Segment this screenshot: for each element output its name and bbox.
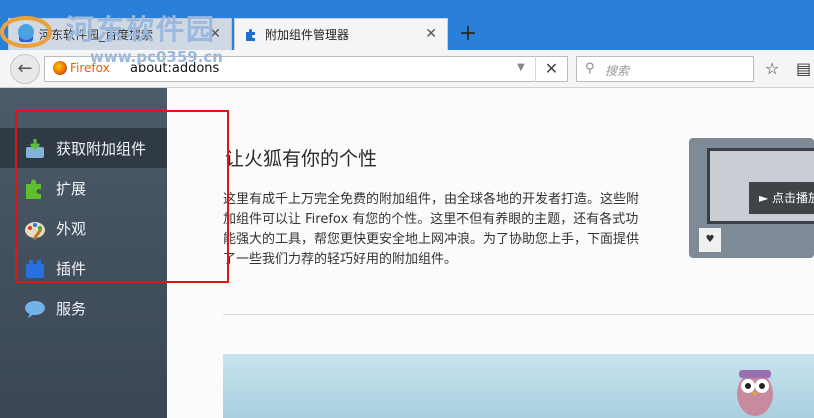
close-tab-icon[interactable]: ✕ <box>425 26 437 42</box>
watermark-url: www.pc0359.cn <box>90 48 223 66</box>
bookmark-star-icon[interactable]: ☆ <box>765 59 779 78</box>
search-icon: ⚲ <box>585 61 595 76</box>
back-button[interactable]: ← <box>10 54 40 84</box>
intro-video-thumbnail[interactable]: ► 点击播放 ♥ <box>689 138 814 258</box>
addons-content: 让火狐有你的个性 这里有成千上万完全免费的附加组件，由全球各地的开发者打造。这些… <box>167 88 814 418</box>
firefox-icon <box>53 61 67 75</box>
reading-list-icon[interactable]: ▤ <box>796 59 811 78</box>
firefox-love-icon: ♥ <box>699 228 721 252</box>
sidebar-item-label: 服务 <box>56 299 87 318</box>
page-title: 让火狐有你的个性 <box>225 148 378 170</box>
search-placeholder: 搜索 <box>605 64 630 78</box>
browser-window: 河东软件园_百度搜索 ✕ 附加组件管理器 ✕ + 河东软件园 ← Firefox <box>0 0 814 418</box>
tab-label: 附加组件管理器 <box>265 28 350 42</box>
new-tab-button[interactable]: + <box>454 20 482 48</box>
search-input[interactable]: ⚲ 搜索 <box>576 56 754 82</box>
watermark-title: 河东软件园 <box>66 13 217 46</box>
close-icon[interactable]: ✕ <box>535 56 567 82</box>
play-video-button[interactable]: ► 点击播放 <box>749 182 814 214</box>
watermark-logo <box>0 16 52 48</box>
tab-addons-manager[interactable]: 附加组件管理器 ✕ <box>234 18 448 50</box>
owl-illustration <box>737 370 773 416</box>
chat-bubble-icon <box>25 301 45 318</box>
section-divider <box>223 314 814 315</box>
intro-text: 这里有成千上万完全免费的附加组件，由全球各地的开发者打造。这些附加组件可以让 F… <box>223 192 640 267</box>
sidebar-item-services[interactable]: 服务 <box>0 288 167 328</box>
highlight-annotation <box>15 110 229 283</box>
history-dropdown-icon[interactable]: ▼ <box>517 62 525 73</box>
puzzle-favicon <box>245 28 259 42</box>
featured-banner[interactable] <box>223 354 814 418</box>
